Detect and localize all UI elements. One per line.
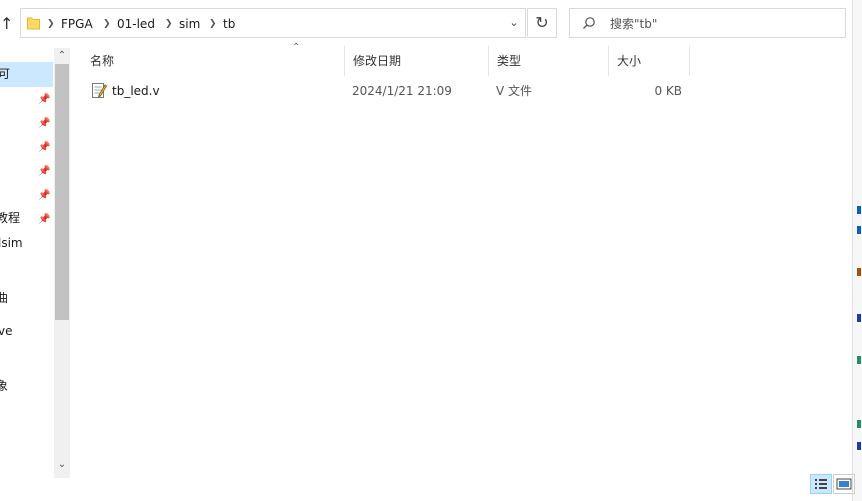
folder-icon	[27, 17, 40, 30]
scroll-down-icon[interactable]: ⌄	[55, 458, 69, 472]
column-header-row: ⌃ 名称 修改日期 类型 大小	[82, 42, 690, 76]
breadcrumb-tb[interactable]: tb	[223, 15, 235, 33]
edge-mark	[857, 226, 861, 234]
edge-mark	[857, 356, 861, 364]
up-arrow-icon[interactable]: ↑	[0, 12, 16, 36]
scroll-up-icon[interactable]: ⌃	[55, 49, 69, 63]
pin-icon: 📌	[38, 118, 51, 129]
thumbnail-view-icon	[836, 478, 852, 490]
edge-mark	[857, 420, 861, 428]
search-box[interactable]: 搜索"tb"	[569, 8, 846, 38]
file-size: 0 KB	[654, 84, 682, 98]
file-modified: 2024/1/21 21:09	[352, 84, 452, 98]
column-name[interactable]: 名称	[82, 46, 345, 76]
file-type: V 文件	[496, 84, 533, 98]
address-dropdown-icon[interactable]: ⌄	[505, 14, 523, 32]
details-view-button[interactable]	[810, 474, 832, 494]
breadcrumb-fpga[interactable]: FPGA	[61, 15, 93, 33]
breadcrumb-01-led[interactable]: 01-led	[117, 15, 155, 33]
pin-icon: 📌	[38, 166, 51, 177]
pin-icon: 📌	[38, 214, 51, 225]
nav-item-0[interactable]: 可	[0, 66, 10, 82]
pin-icon: 📌	[38, 190, 51, 201]
nav-scrollbar-thumb[interactable]	[55, 64, 69, 320]
nav-item-9[interactable]: ve	[0, 323, 12, 339]
verilog-file-icon	[92, 83, 107, 98]
file-row[interactable]: tb_led.v 2024/1/21 21:09 V 文件 0 KB	[82, 80, 690, 102]
nav-item-10[interactable]: 象	[0, 378, 8, 394]
column-size[interactable]: 大小	[609, 46, 690, 76]
column-type[interactable]: 类型	[489, 46, 609, 76]
nav-item-6[interactable]: 教程	[0, 210, 20, 226]
search-placeholder: 搜索"tb"	[610, 17, 658, 31]
nav-item-7[interactable]: lsim	[0, 235, 23, 251]
status-bar	[0, 478, 852, 501]
refresh-button[interactable]: ↻	[527, 8, 557, 38]
large-icons-view-button[interactable]	[833, 474, 855, 494]
nav-item-8[interactable]: 曲	[0, 290, 8, 306]
pin-icon: 📌	[38, 142, 51, 153]
details-view-icon	[815, 479, 827, 489]
edge-mark	[857, 442, 861, 450]
breadcrumb-sim[interactable]: sim	[179, 15, 200, 33]
pin-icon: 📌	[38, 94, 51, 105]
edge-mark	[857, 268, 861, 276]
address-bar[interactable]: ❯ FPGA ❯ 01-led ❯ sim ❯ tb ⌄	[20, 8, 526, 38]
edge-mark	[857, 314, 861, 322]
column-modified[interactable]: 修改日期	[345, 46, 489, 76]
edge-mark	[857, 206, 861, 214]
search-icon	[583, 17, 595, 29]
breadcrumb-chevron-icon: ❯	[47, 19, 55, 29]
breadcrumb-chevron-icon: ❯	[103, 19, 111, 29]
breadcrumb-chevron-icon: ❯	[209, 19, 217, 29]
breadcrumb-chevron-icon: ❯	[165, 19, 173, 29]
background-window-edge	[852, 0, 862, 501]
file-name[interactable]: tb_led.v	[112, 80, 160, 102]
